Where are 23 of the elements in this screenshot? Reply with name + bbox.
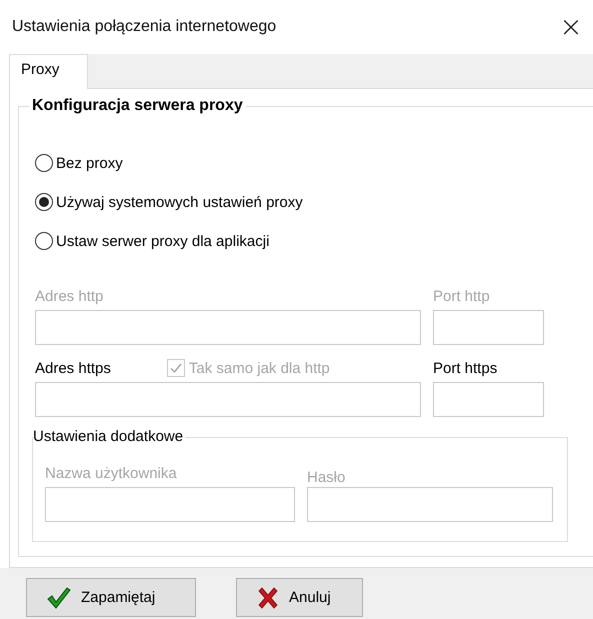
- close-button[interactable]: ×: [549, 7, 593, 47]
- field-label: Adres http: [35, 288, 104, 305]
- checkmark-icon: [47, 586, 71, 608]
- checkmark-icon: [168, 361, 183, 375]
- field-label: Port https: [433, 360, 498, 377]
- radio-button[interactable]: [35, 193, 53, 211]
- cancel-button[interactable]: Anuluj: [236, 578, 363, 617]
- cross-icon: [257, 586, 279, 608]
- field-label: Hasło: [306, 469, 346, 486]
- radio-button[interactable]: [35, 154, 53, 172]
- window-title: Ustawienia połączenia internetowego: [12, 18, 276, 36]
- radio-label[interactable]: Używaj systemowych ustawień proxy: [56, 194, 303, 210]
- radio-label[interactable]: Ustaw serwer proxy dla aplikacji: [56, 232, 270, 250]
- radio-label[interactable]: Bez proxy: [56, 154, 123, 172]
- save-button[interactable]: Zapamiętaj: [26, 578, 196, 617]
- field-label: Nazwa użytkownika: [45, 465, 178, 482]
- field-label: Port http: [433, 288, 491, 305]
- field-label: Adres https: [35, 360, 111, 377]
- group-title: Konfiguracja serwera proxy: [29, 97, 246, 115]
- radio-button[interactable]: [35, 232, 53, 250]
- tab[interactable]: Proxy: [9, 54, 88, 89]
- input-field[interactable]: [433, 382, 544, 417]
- input-field[interactable]: [35, 382, 421, 417]
